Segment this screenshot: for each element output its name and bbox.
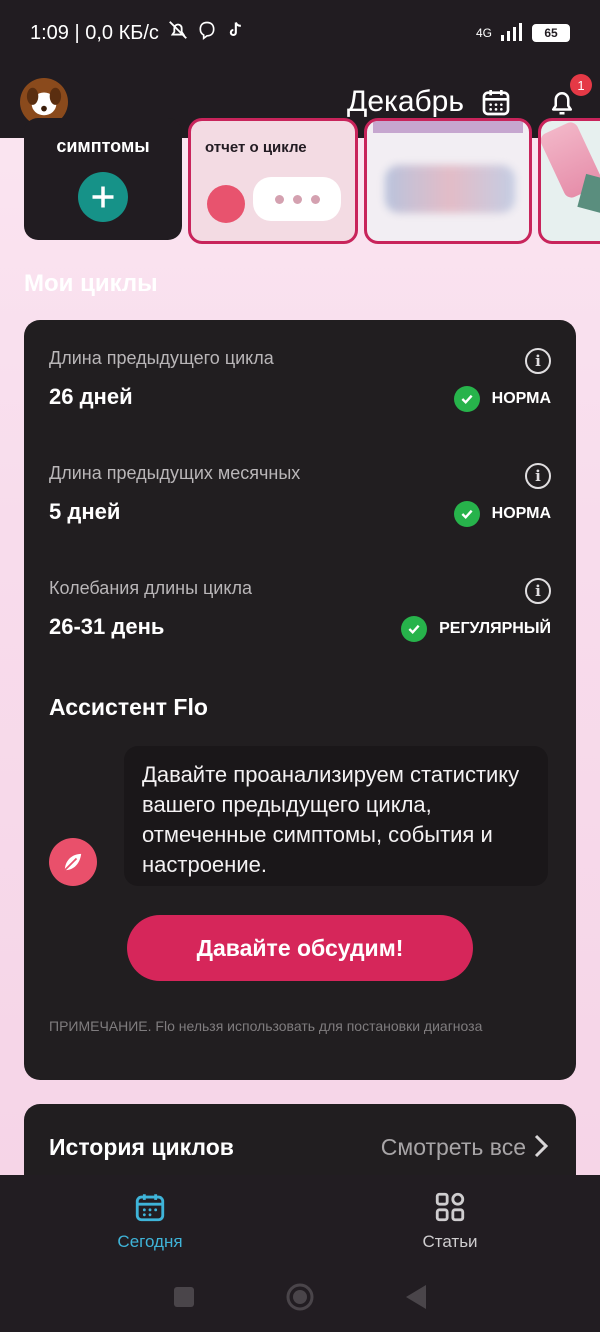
stat-label: Длина предыдущего цикла	[49, 348, 274, 368]
flo-logo-icon	[49, 838, 97, 886]
tab-label: Статьи	[422, 1232, 478, 1251]
status-text: НОРМА	[491, 505, 551, 522]
check-icon	[453, 386, 480, 412]
stat-value: 26-31 день	[49, 614, 165, 639]
tab-label: Сегодня	[117, 1232, 183, 1251]
month-title[interactable]: Декабрь	[347, 85, 464, 119]
calendar-icon	[135, 1194, 165, 1222]
viber-icon	[197, 20, 217, 46]
tab-today[interactable]: Сегодня	[0, 1175, 300, 1267]
muted-bell-icon	[167, 19, 189, 47]
stat-label: Длина предыдущих месячных	[49, 463, 301, 483]
status-text: РЕГУЛЯРНЫЙ	[439, 620, 551, 637]
section-title: Мои циклы	[24, 270, 158, 297]
info-icon[interactable]: i	[525, 348, 551, 374]
story-cycle-report[interactable]: отчет о цикле	[188, 118, 358, 244]
info-icon[interactable]: i	[525, 463, 551, 489]
calendar-icon[interactable]	[478, 84, 514, 120]
check-icon	[453, 501, 480, 527]
story-card[interactable]	[364, 118, 532, 244]
stat-previous-period-length: Длина предыдущих месячных 5 дней i НОРМА	[49, 463, 551, 543]
status-text: НОРМА	[491, 390, 551, 407]
stat-cycle-length-variation: Колебания длины цикла 26-31 день i РЕГУЛ…	[49, 578, 551, 658]
signal-icon	[500, 22, 524, 44]
tiktok-icon	[225, 20, 245, 46]
assistant-message: Давайте проанализируем статистику вашего…	[124, 746, 548, 886]
info-icon[interactable]: i	[525, 578, 551, 604]
bottom-nav: Сегодня Статьи	[0, 1175, 600, 1267]
story-card[interactable]	[538, 118, 600, 244]
stat-previous-cycle-length: Длина предыдущего цикла 26 дней i НОРМА	[49, 348, 551, 428]
story-report-label: отчет о цикле	[205, 139, 307, 156]
stat-value: 26 дней	[49, 384, 133, 409]
assistant-title: Ассистент Flo	[49, 694, 208, 720]
recent-apps-icon[interactable]	[173, 1286, 195, 1313]
battery-icon: 65	[532, 24, 570, 42]
notifications-button[interactable]: 1	[544, 74, 592, 120]
status-badge: РЕГУЛЯРНЫЙ	[401, 616, 551, 642]
typing-bubble-icon	[253, 177, 341, 221]
disclaimer-note: ПРИМЕЧАНИЕ. Flo нельзя использовать для …	[49, 1018, 483, 1034]
status-time: 1:09 | 0,0 КБ/с	[30, 21, 159, 44]
add-symptoms-button[interactable]	[78, 172, 128, 222]
see-all-link[interactable]: Смотреть все	[381, 1134, 526, 1161]
stories-row: симптомы отчет о цикле	[24, 118, 600, 246]
home-icon[interactable]	[285, 1282, 315, 1317]
my-cycles-card: Длина предыдущего цикла 26 дней i НОРМА …	[24, 320, 576, 1080]
story-symptoms[interactable]: симптомы	[24, 118, 182, 240]
flo-logo-icon	[207, 185, 245, 223]
plus-icon	[92, 186, 114, 208]
status-badge: НОРМА	[453, 501, 551, 527]
story-image	[385, 165, 515, 213]
system-nav-bar	[0, 1267, 600, 1332]
tab-articles[interactable]: Статьи	[300, 1175, 600, 1267]
chevron-right-icon[interactable]	[534, 1134, 549, 1165]
story-symptoms-label: симптомы	[56, 136, 150, 156]
status-badge: НОРМА	[453, 386, 551, 412]
notification-badge: 1	[570, 74, 592, 96]
stat-label: Колебания длины цикла	[49, 578, 252, 598]
grid-icon	[435, 1192, 465, 1222]
check-icon	[401, 616, 428, 642]
discuss-button[interactable]: Давайте обсудим!	[127, 915, 473, 981]
back-icon[interactable]	[405, 1284, 427, 1315]
status-bar: 1:09 | 0,0 КБ/с 4G 65	[0, 0, 600, 66]
history-title: История циклов	[49, 1134, 234, 1160]
stat-value: 5 дней	[49, 499, 121, 524]
network-label: 4G	[475, 26, 492, 40]
